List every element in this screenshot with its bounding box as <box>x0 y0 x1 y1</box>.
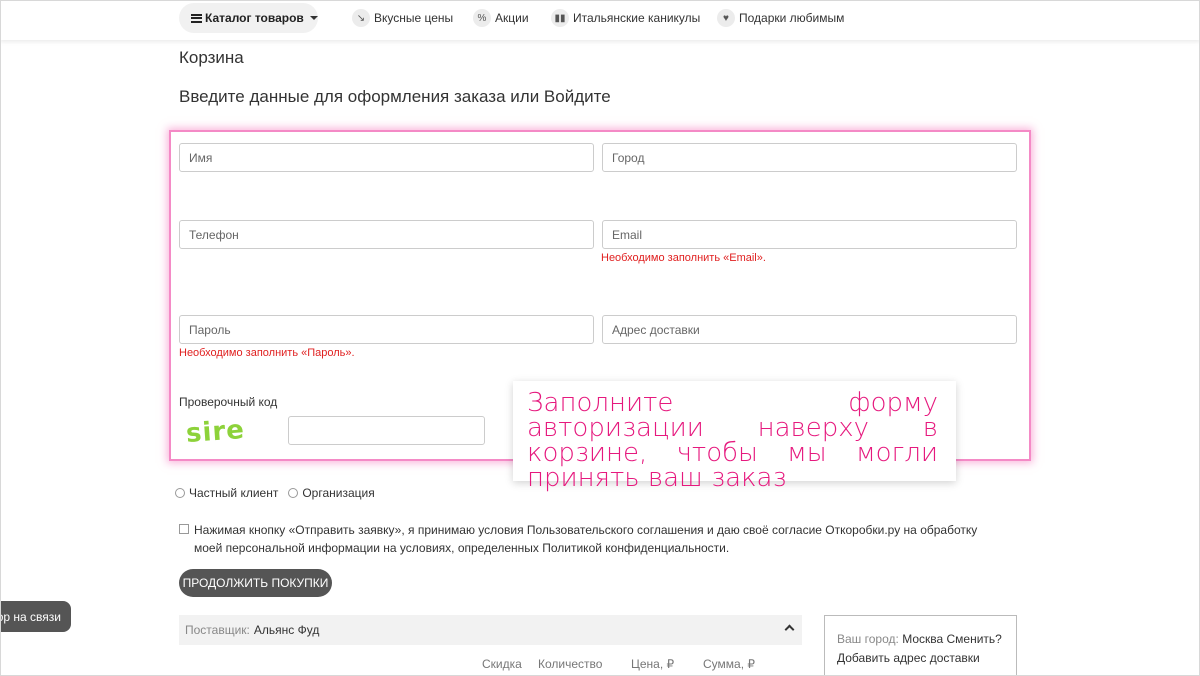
change-city-link[interactable]: Сменить? <box>947 632 1002 646</box>
nav-link-label: Подарки любимым <box>739 11 845 25</box>
nav-link-label: Итальянские каникулы <box>573 11 701 25</box>
radio-private[interactable] <box>175 488 185 498</box>
column-sum: Сумма, ₽ <box>703 657 756 671</box>
percent-icon: % <box>473 9 491 27</box>
city-input[interactable] <box>602 143 1017 172</box>
city-line: Ваш город: Москва Сменить? <box>837 630 1016 649</box>
radio-organization[interactable] <box>288 488 299 498</box>
page-title: Корзина <box>179 48 244 67</box>
form-title: Введите данные для оформления заказа или… <box>179 87 611 106</box>
nav-link-italian-holidays[interactable]: ▮▮ Итальянские каникулы <box>551 8 700 28</box>
price-tag-icon: ↘ <box>352 9 370 27</box>
address-input[interactable] <box>602 315 1017 344</box>
captcha-input[interactable] <box>288 416 485 445</box>
email-input[interactable] <box>602 220 1017 249</box>
customer-type-group: Частный клиент Организация <box>175 486 375 500</box>
phone-input[interactable] <box>179 220 594 249</box>
nav-link-label: Вкусные цены <box>374 11 454 25</box>
nav-link-tasty-prices[interactable]: ↘ Вкусные цены <box>352 8 453 28</box>
continue-shopping-button[interactable]: Продолжить покупки <box>179 569 332 597</box>
instruction-tooltip: Заполните форму авторизации наверху в ко… <box>513 381 956 491</box>
column-price: Цена, ₽ <box>631 657 675 671</box>
nav-link-gifts[interactable]: ♥ Подарки любимым <box>717 8 844 28</box>
city-name: Москва <box>902 632 944 646</box>
column-discount: Скидка <box>482 657 522 671</box>
catalog-button[interactable]: Каталог товаров <box>179 3 318 33</box>
nav-link-promotions[interactable]: % Акции <box>473 8 529 28</box>
supplier-header[interactable]: Поставщик: Альянс Фуд <box>179 615 802 645</box>
chat-operator-button[interactable]: ор на связи <box>0 601 71 632</box>
top-navigation: Каталог товаров ↘ Вкусные цены % Акции ▮… <box>0 0 1200 40</box>
password-input[interactable] <box>179 315 594 344</box>
add-address-link[interactable]: Добавить адрес доставки <box>837 649 1016 668</box>
consent-checkbox[interactable] <box>179 524 189 534</box>
captcha-label: Проверочный код <box>179 395 278 409</box>
chevron-up-icon[interactable] <box>784 624 795 635</box>
name-input[interactable] <box>179 143 594 172</box>
column-quantity: Количество <box>538 657 603 671</box>
catalog-label: Каталог товаров <box>205 11 304 25</box>
radio-label-organization: Организация <box>302 486 375 500</box>
caret-down-icon <box>309 16 318 20</box>
italy-flag-icon: ▮▮ <box>551 9 569 27</box>
menu-icon <box>191 13 202 23</box>
consent-row: Нажимая кнопку «Отправить заявку», я при… <box>179 521 979 557</box>
supplier-label: Поставщик: <box>185 623 250 637</box>
supplier-name: Альянс Фуд <box>253 623 320 637</box>
captcha-image[interactable]: sire <box>185 415 246 449</box>
city-box: Ваш город: Москва Сменить? Добавить адре… <box>824 615 1017 676</box>
consent-text: Нажимая кнопку «Отправить заявку», я при… <box>194 523 978 555</box>
city-label: Ваш город: <box>837 632 899 646</box>
email-error: Необходимо заполнить «Email». <box>601 252 766 264</box>
heart-icon: ♥ <box>717 9 735 27</box>
nav-link-label: Акции <box>495 11 529 25</box>
radio-label-private: Частный клиент <box>189 486 279 500</box>
password-error: Необходимо заполнить «Пароль». <box>179 347 355 359</box>
